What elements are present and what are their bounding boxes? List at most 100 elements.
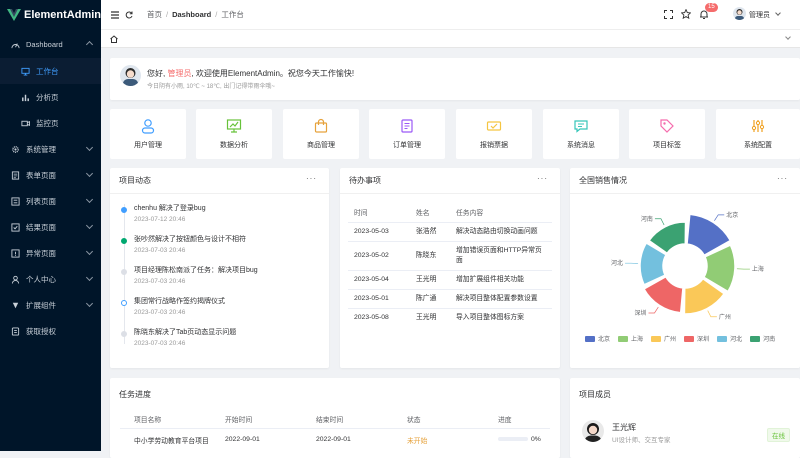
legend-swatch [684,336,694,342]
breadcrumb-home[interactable]: 首页 [147,9,162,20]
app-logo[interactable]: ElementAdmin [0,0,101,30]
cell-date: 2023-05-03 [348,222,410,241]
timeline-text: 项目经理陈松南派了任务：解决项目bug [134,266,329,275]
legend-item[interactable]: 广州 [651,334,676,343]
legend-item[interactable]: 上海 [618,334,643,343]
sidebar-item-label: 列表页面 [26,196,56,207]
refresh-icon[interactable] [125,11,133,19]
tabs-dropdown-icon[interactable] [785,34,791,40]
quick-link-messages[interactable]: 系统消息 [543,109,619,159]
sidebar-item-label: Dashboard [26,40,63,49]
activity-title: 项目动态 [119,175,151,186]
quick-link-label: 订单管理 [393,140,421,150]
table-row[interactable]: 2023-05-03张浩然解决动态路由切换动画问题 [348,222,552,241]
settings-sliders-icon [750,118,766,134]
quick-link-products[interactable]: 商品管理 [283,109,359,159]
sidebar-item-results[interactable]: 结果页面 [0,214,101,240]
fullscreen-icon[interactable] [664,10,673,19]
member-name: 王光辉 [612,422,636,433]
cell-task: 增加错误页面和HTTP异常页面 [450,241,552,270]
warning-icon [11,249,20,258]
column-header: 开始时间 [211,410,302,428]
quick-link-label: 项目标签 [653,140,681,150]
timeline-dot [121,331,127,337]
legend-label: 河南 [763,337,775,343]
sidebar-item-forms[interactable]: 表单页面 [0,162,101,188]
sidebar-item-lists[interactable]: 列表页面 [0,188,101,214]
puzzle-icon [11,301,20,310]
sidebar-item-analysis[interactable]: 分析页 [0,84,101,110]
logo-v-icon [7,9,21,21]
quick-link-receipts[interactable]: 报销票据 [456,109,532,159]
rose-label-line [714,215,724,221]
legend-label: 北京 [598,337,610,343]
quick-link-config[interactable]: 系统配置 [716,109,800,159]
sidebar-item-system[interactable]: 系统管理 [0,136,101,162]
sidebar-item-license[interactable]: 获取授权 [0,318,101,344]
rose-chart[interactable]: 北京上海广州深圳河北河南 [570,194,800,334]
column-header: 进度 [484,410,550,428]
more-icon[interactable]: ··· [306,174,317,183]
avatar[interactable] [733,7,746,20]
welcome-greeting: 您好, 管理员, 欢迎使用ElementAdmin。祝您今天工作愉快! [147,68,354,79]
cell-name: 陈广通 [410,289,450,308]
timeline-dot [121,269,127,275]
cell-status: 未开始 [393,428,484,445]
cell-date: 2023-05-04 [348,270,410,289]
timeline-text: chenhu 解决了登录bug [134,204,329,213]
table-row[interactable]: 2023-05-02陈晓东增加错误页面和HTTP异常页面 [348,241,552,270]
monitor-icon [21,67,30,76]
cell-name: 王光明 [410,270,450,289]
legend-item[interactable]: 河北 [717,334,742,343]
timeline-time: 2023-07-12 20:46 [134,216,329,223]
quick-link-tags[interactable]: 项目标签 [629,109,705,159]
more-icon[interactable]: ··· [537,174,548,183]
user-name[interactable]: 管理员 [749,10,770,20]
table-row[interactable]: 2023-05-08王光明导入项目整体图标方案 [348,308,552,327]
quick-link-orders[interactable]: 订单管理 [369,109,445,159]
chevron-down-icon [86,196,93,203]
greeting-prefix: 您好, [147,69,167,78]
camera-icon [21,119,30,128]
sidebar-item-label: 扩展组件 [26,300,56,311]
quick-link-analysis[interactable]: 数据分析 [196,109,272,159]
legend-swatch [717,336,727,342]
table-row[interactable]: 中小学劳动教育平台项目 2022-09-01 2022-09-01 未开始 0% [120,428,550,445]
rose-label: 深圳 [634,309,646,317]
sidebar-item-profile[interactable]: 个人中心 [0,266,101,292]
ticket-icon [486,118,502,134]
chart-board-icon [226,118,242,134]
tag-icon [659,118,675,134]
breadcrumb-dashboard[interactable]: Dashboard [172,10,211,19]
more-icon[interactable]: ··· [777,174,788,183]
legend-item[interactable]: 深圳 [684,334,709,343]
chevron-down-icon [86,274,93,281]
breadcrumb: 首页 / Dashboard / 工作台 [147,9,244,20]
card-title: 任务进度 [110,378,560,410]
sidebar-item-dashboard[interactable]: Dashboard [0,30,101,58]
sidebar-item-exceptions[interactable]: 异常页面 [0,240,101,266]
table-row[interactable]: 2023-05-01陈广通解决项目整体配置参数设置 [348,289,552,308]
member-role: UI设计师、交互专家 [612,434,671,444]
chevron-down-icon[interactable] [775,10,781,16]
sidebar-item-extensions[interactable]: 扩展组件 [0,292,101,318]
avatar-portrait-icon [733,7,746,20]
table-row[interactable]: 2023-05-04王光明增加扩展组件相关功能 [348,270,552,289]
home-icon[interactable] [110,35,118,43]
sidebar-item-label: 获取授权 [26,326,56,337]
progress-text: 0% [531,436,541,443]
activity-timeline: chenhu 解决了登录bug 2023-07-12 20:46 张吵然解决了按… [110,194,329,359]
star-icon[interactable] [681,9,691,19]
legend-swatch [618,336,628,342]
legend-item[interactable]: 北京 [585,334,610,343]
timeline-item: chenhu 解决了登录bug 2023-07-12 20:46 [110,204,329,235]
sidebar-item-monitor[interactable]: 监控页 [0,110,101,136]
rose-label: 河南 [641,215,653,223]
sidebar-item-workbench[interactable]: 工作台 [0,58,101,84]
dashboard-icon [11,40,20,49]
sidebar-item-label: 分析页 [36,92,59,103]
chevron-up-icon [86,41,93,48]
quick-link-users[interactable]: 用户管理 [110,109,186,159]
legend-item[interactable]: 河南 [750,334,775,343]
menu-fold-icon[interactable] [111,11,119,19]
